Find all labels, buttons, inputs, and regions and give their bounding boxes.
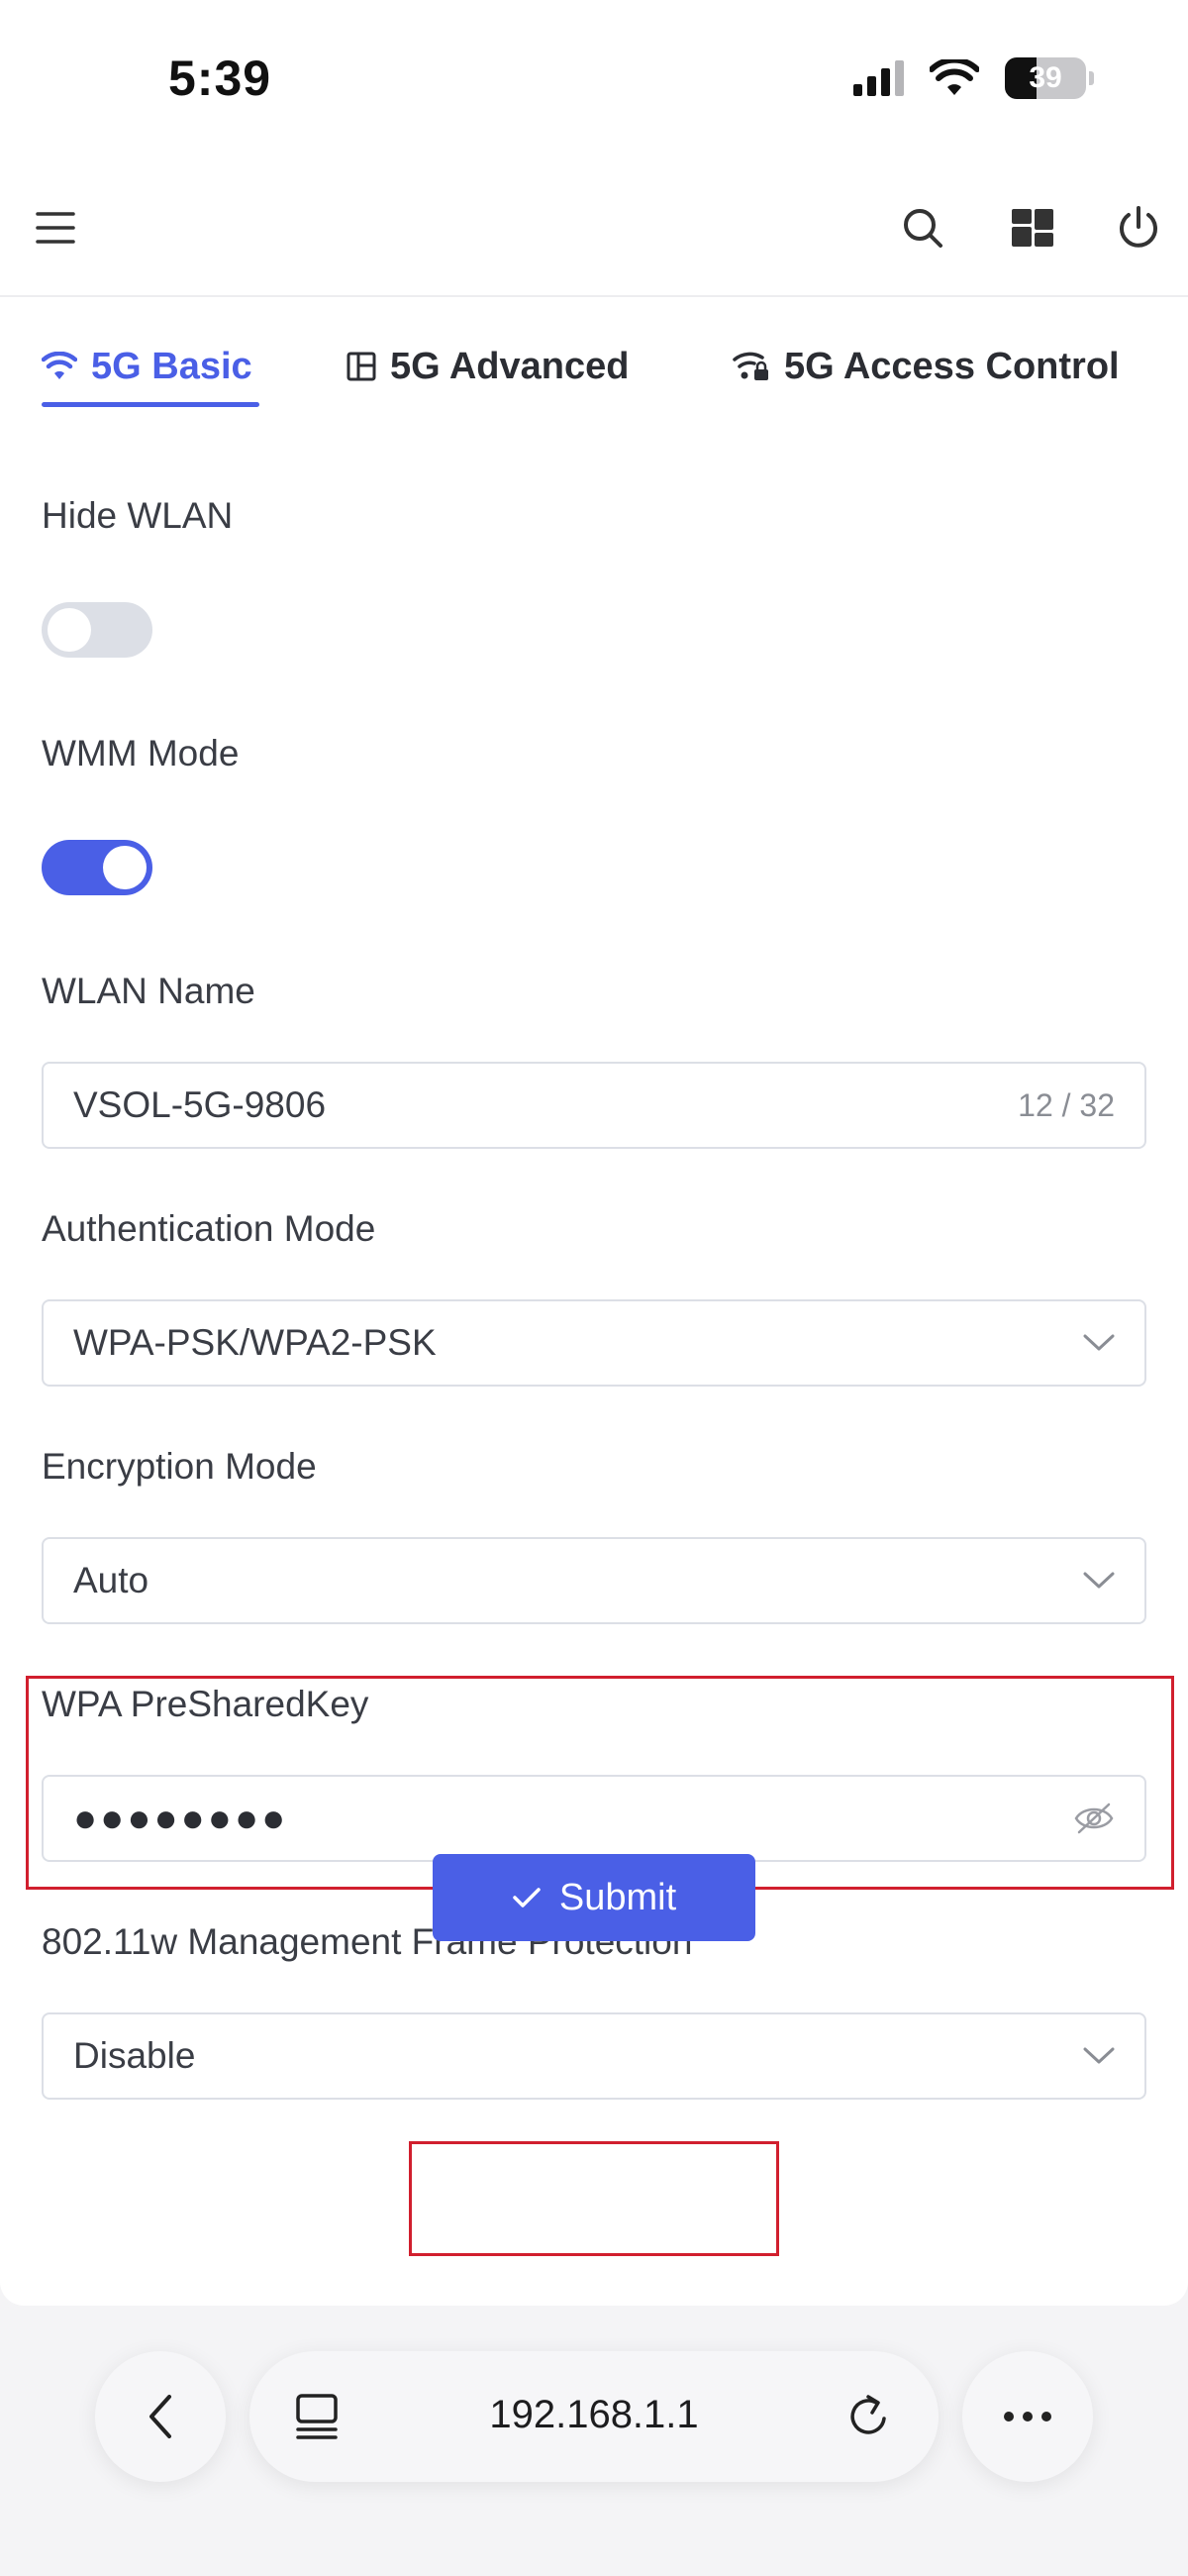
status-bar: 5:39 39 xyxy=(0,0,1188,158)
url-text: 192.168.1.1 xyxy=(489,2393,699,2436)
more-horizontal-icon xyxy=(1004,2412,1051,2421)
mfp-select[interactable]: Disable xyxy=(42,2012,1146,2100)
status-time: 5:39 xyxy=(168,51,272,106)
chevron-left-icon xyxy=(149,2395,171,2438)
battery-icon: 39 xyxy=(1005,57,1094,99)
wifi-icon xyxy=(42,352,77,379)
tab-label: 5G Access Control xyxy=(784,345,1120,387)
browser-toolbar: 192.168.1.1 xyxy=(0,2306,1188,2576)
tab-5g-access-control[interactable]: 5G Access Control xyxy=(733,327,1120,406)
tab-label: 5G Basic xyxy=(91,345,252,387)
chevron-down-icon xyxy=(1083,2047,1115,2064)
wlan-name-value: VSOL-5G-9806 xyxy=(73,1084,327,1125)
tab-5g-advanced[interactable]: 5G Advanced xyxy=(346,327,629,406)
encryption-mode-select[interactable]: Auto xyxy=(42,1537,1146,1624)
tab-5g-basic[interactable]: 5G Basic xyxy=(42,327,252,406)
active-tab-indicator xyxy=(42,402,259,407)
battery-level: 39 xyxy=(1029,61,1062,94)
wifi-status-icon xyxy=(930,59,979,95)
auth-mode-label: Authentication Mode xyxy=(42,1208,376,1249)
wmm-mode-toggle[interactable] xyxy=(42,840,152,895)
chevron-down-icon xyxy=(1083,1334,1115,1351)
address-bar[interactable]: 192.168.1.1 xyxy=(249,2351,939,2482)
psk-masked-value: ●●●●●●●● xyxy=(73,1796,289,1840)
mfp-value: Disable xyxy=(73,2035,196,2076)
reload-icon[interactable] xyxy=(840,2387,899,2446)
submit-label: Submit xyxy=(558,1876,677,1918)
wmm-mode-label: WMM Mode xyxy=(42,733,240,773)
grid-icon xyxy=(346,352,376,381)
char-counter: 12 / 32 xyxy=(1018,1086,1115,1123)
psk-input[interactable]: ●●●●●●●● xyxy=(42,1775,1146,1862)
psk-label: WPA PreSharedKey xyxy=(42,1684,369,1724)
tab-label: 5G Advanced xyxy=(390,345,630,387)
hamburger-menu-icon[interactable] xyxy=(26,198,85,258)
submit-highlight-box xyxy=(409,2141,779,2256)
wlan-name-label: WLAN Name xyxy=(42,971,255,1011)
submit-button[interactable]: Submit xyxy=(433,1854,755,1941)
auth-mode-value: WPA-PSK/WPA2-PSK xyxy=(73,1322,437,1363)
power-icon[interactable] xyxy=(1109,198,1168,258)
status-icons: 39 xyxy=(853,57,1094,99)
more-button[interactable] xyxy=(962,2351,1093,2482)
encryption-mode-value: Auto xyxy=(73,1560,149,1600)
eye-off-icon[interactable] xyxy=(1073,1802,1115,1835)
main-content: 5G Basic 5G Advanced 5G Access Control H… xyxy=(0,297,1188,2306)
dashboard-icon[interactable] xyxy=(1003,198,1062,258)
wifi-lock-icon xyxy=(733,352,768,380)
cellular-signal-icon xyxy=(853,60,904,96)
hide-wlan-toggle[interactable] xyxy=(42,602,152,658)
auth-mode-select[interactable]: WPA-PSK/WPA2-PSK xyxy=(42,1299,1146,1387)
wlan-name-input[interactable]: VSOL-5G-9806 12 / 32 xyxy=(42,1062,1146,1149)
encryption-mode-label: Encryption Mode xyxy=(42,1446,317,1487)
check-icon xyxy=(513,1888,541,1907)
chevron-down-icon xyxy=(1083,1572,1115,1589)
app-header xyxy=(0,158,1188,297)
tab-bar: 5G Basic 5G Advanced 5G Access Control xyxy=(0,297,1188,416)
back-button[interactable] xyxy=(95,2351,226,2482)
search-icon[interactable] xyxy=(893,198,952,258)
hide-wlan-label: Hide WLAN xyxy=(42,495,234,536)
